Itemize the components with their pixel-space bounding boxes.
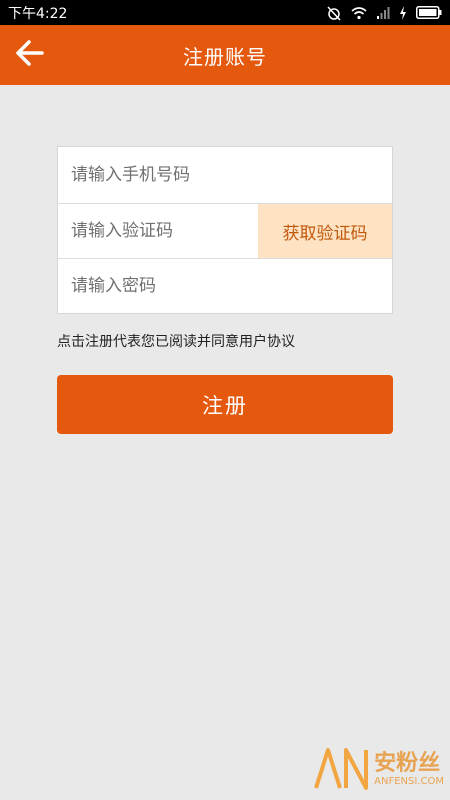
charging-icon [399, 5, 407, 20]
status-time: 下午4:22 [8, 5, 68, 22]
password-input[interactable] [58, 259, 392, 313]
register-button[interactable]: 注册 [57, 375, 393, 434]
wifi-icon [351, 6, 367, 20]
watermark-logo: 安粉丝 ANFENSI.COM [314, 746, 444, 794]
watermark-text: 安粉丝 ANFENSI.COM [374, 753, 444, 787]
an-logo-icon [314, 746, 370, 794]
alarm-off-icon [326, 5, 342, 21]
code-row: 获取验证码 [58, 203, 392, 258]
signal-icon [376, 6, 390, 20]
page-title: 注册账号 [183, 44, 267, 69]
password-row [58, 258, 392, 313]
phone-row [58, 147, 392, 202]
verification-code-input[interactable] [58, 204, 259, 258]
watermark-cn: 安粉丝 [374, 751, 441, 776]
phone-input[interactable] [58, 147, 392, 202]
register-form: 获取验证码 [57, 146, 393, 314]
battery-icon [416, 6, 442, 19]
agreement-text[interactable]: 点击注册代表您已阅读并同意用户协议 [57, 331, 295, 351]
status-icons [326, 5, 442, 21]
watermark-en: ANFENSI.COM [374, 776, 444, 787]
status-bar: 下午4:22 [0, 0, 450, 25]
get-code-button[interactable]: 获取验证码 [258, 204, 392, 258]
app-bar: 注册账号 [0, 25, 450, 85]
